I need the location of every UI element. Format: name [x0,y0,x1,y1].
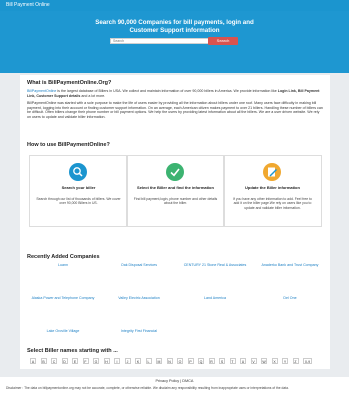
letter-link[interactable]: V [250,358,257,364]
search-icon [69,163,87,181]
hero-title-line2: Customer Support information [129,26,220,34]
step-search: Search your biller Search through our li… [29,155,128,227]
hero-title-line1: Search 90,000 Companies for bill payment… [95,19,254,26]
dmca-link[interactable]: DMCA [182,379,193,383]
search-button[interactable]: Search [208,37,238,45]
letter-link[interactable]: H [103,358,110,364]
letter-link[interactable]: I [114,358,120,364]
letter-link[interactable]: D [61,358,68,364]
letter-link[interactable]: A [30,358,36,364]
company-link[interactable]: Alaska Power and Telephone Company [23,296,103,301]
step-update: Update the Biller information If you hav… [223,155,322,227]
howto-steps: Search your biller Search through our li… [20,155,330,235]
alpha-heading: Select Biller names starting with ... [27,348,118,354]
letter-link[interactable]: Q [198,358,204,364]
letter-link[interactable]: K [135,358,141,364]
company-link[interactable]: Land America [175,296,255,301]
edit-icon [263,163,281,181]
about-paragraph-1: BillPaymentOnline is the largest databas… [27,89,323,98]
about-text-a: is the largest database of Billers in US… [56,89,278,93]
letter-link[interactable]: O [177,358,183,364]
letter-link[interactable]: X [271,358,278,364]
letter-link[interactable]: Y [282,358,288,364]
check-icon [166,163,184,181]
letter-link[interactable]: W [261,358,267,364]
letter-link[interactable]: L [145,358,152,364]
privacy-policy-link[interactable]: Privacy Policy [156,379,180,383]
company-link[interactable]: Lake Oroville Village [23,329,103,334]
letter-link[interactable]: T [229,358,236,364]
step-update-desc: If you have any other information to add… [233,197,312,210]
step-select-title: Select the Biller and find the informati… [137,185,214,190]
step-update-title: Update the Biller information [245,185,300,190]
company-link[interactable]: Oak Disposal Services [99,263,179,268]
letter-link[interactable]: Z [292,358,299,364]
letter-link[interactable]: P [187,358,194,364]
about-text-b: and a lot more. [80,93,106,98]
step-search-title: Search your biller [61,185,96,190]
letter-link[interactable]: B [40,358,47,364]
hero-title: Search 90,000 Companies for bill payment… [0,19,349,34]
step-select-desc: Find bill payment,login, phone number an… [133,197,218,206]
site-brand[interactable]: Bill Payment Online [6,2,50,8]
main-content: What is BillPaymentOnline.Org? BillPayme… [20,75,330,369]
alphabet-list: A B C D E F G H I J K L M N O P Q R S T … [30,358,320,364]
letter-link[interactable]: G [93,358,99,364]
company-link[interactable]: Integrity First Financial [99,329,179,334]
letter-link[interactable]: R [208,358,215,364]
about-paragraph-2: BillPaymentOnline was started with a sol… [27,101,323,119]
disclaimer: Disclaimer : The data on billpaymentonli… [6,386,289,390]
letter-link[interactable]: E [72,358,78,364]
step-select: Select the Biller and find the informati… [126,155,225,227]
letter-link[interactable]: U [240,358,246,364]
company-link[interactable]: CENTURY 21 Stone Real & Associates [175,263,255,268]
company-link[interactable]: Anaderko Bank and Trust Company [250,263,330,268]
letter-link[interactable]: S [219,358,225,364]
company-link[interactable]: Del One [250,296,330,301]
step-search-desc: Search through our list of thousands of … [36,197,121,206]
letter-link[interactable]: F [82,358,89,364]
about-link[interactable]: BillPaymentOnline [27,89,56,93]
footer: Privacy Policy | DMCA Disclaimer : The d… [0,377,349,400]
search-input[interactable]: Search [110,38,209,44]
letter-link[interactable]: N [166,358,173,364]
about-heading: What is BillPaymentOnline.Org? [27,80,112,86]
company-link[interactable]: Luann [23,263,103,268]
company-link[interactable]: Valley Electric Association [99,296,179,301]
footer-links: Privacy Policy | DMCA [0,379,349,383]
top-navbar: Bill Payment Online [0,0,349,11]
howto-heading: How to use BillPaymentOnline? [27,142,110,148]
recent-heading: Recently Added Companies [27,254,100,260]
letter-link[interactable]: C [51,358,57,364]
letter-link[interactable]: M [156,358,162,364]
letter-link[interactable]: J [124,358,131,364]
hero-banner: Search 90,000 Companies for bill payment… [0,11,349,73]
letter-link[interactable]: 0-9 [303,358,312,364]
